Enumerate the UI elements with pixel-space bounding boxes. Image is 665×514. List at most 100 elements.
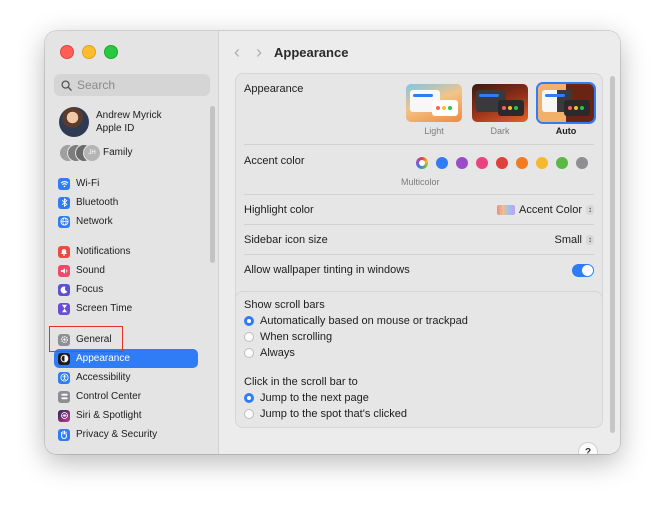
radio-unselected[interactable] [244, 332, 254, 342]
appearance-light-label: Light [424, 126, 444, 136]
accent-red-swatch[interactable] [496, 157, 508, 169]
appearance-dark-option[interactable] [472, 84, 528, 122]
annotation-highlight-box [49, 326, 123, 352]
sidebar-item-privacy-security[interactable]: Privacy & Security [54, 425, 198, 444]
hourglass-icon [58, 302, 70, 315]
appearance-settings-group: Appearance Light Dark Auto Accent color … [235, 73, 603, 318]
wallpaper-tinting-row: Allow wallpaper tinting in windows [244, 264, 594, 277]
appearance-auto-label: Auto [555, 126, 577, 136]
bell-icon [58, 245, 70, 258]
divider [244, 144, 594, 145]
forward-chevron-icon[interactable]: › [256, 42, 262, 63]
highlight-color-label: Highlight color [244, 204, 314, 216]
family-avatar-initials: JH [83, 144, 101, 162]
sidebar-item-focus[interactable]: Focus [54, 280, 198, 299]
sidebar-item-label: Bluetooth [76, 197, 119, 208]
accent-blue-swatch[interactable] [436, 157, 448, 169]
sidebar-item-label: Network [76, 216, 113, 227]
wallpaper-tinting-toggle[interactable] [572, 264, 594, 277]
sidebar-item-siri-spotlight[interactable]: Siri & Spotlight [54, 406, 198, 425]
radio-label: Automatically based on mouse or trackpad [260, 315, 468, 327]
click-scroll-next-page-option[interactable]: Jump to the next page [244, 392, 369, 404]
search-input[interactable]: Search [54, 74, 210, 96]
bluetooth-icon [58, 196, 70, 209]
siri-icon [58, 409, 70, 422]
control-center-icon [58, 390, 70, 403]
radio-unselected[interactable] [244, 409, 254, 419]
search-placeholder: Search [77, 78, 116, 92]
radio-unselected[interactable] [244, 348, 254, 358]
click-scroll-label: Click in the scroll bar to [244, 376, 358, 388]
sidebar-item-network[interactable]: Network [54, 212, 198, 231]
wifi-icon [58, 177, 70, 190]
sidebar-item-control-center[interactable]: Control Center [54, 387, 198, 406]
sidebar-item-label: Appearance [76, 353, 130, 364]
sidebar-item-screen-time[interactable]: Screen Time [54, 299, 198, 318]
appearance-auto-option[interactable] [538, 84, 594, 122]
sidebar-item-notifications[interactable]: Notifications [54, 242, 198, 261]
sidebar-item-label: Wi-Fi [76, 178, 100, 189]
help-button[interactable]: ? [578, 442, 598, 454]
sidebar-item-label: Accessibility [76, 372, 131, 383]
accent-caption: Multicolor [401, 177, 440, 187]
moon-icon [58, 283, 70, 296]
settings-window: Search Andrew Myrick Apple ID JH Family … [45, 31, 620, 454]
sidebar-item-label: Control Center [76, 391, 142, 402]
minimize-button[interactable] [82, 45, 96, 59]
family-label: Family [103, 146, 133, 158]
radio-label: When scrolling [260, 331, 333, 343]
close-button[interactable] [60, 45, 74, 59]
sidebar-icon-size-value: Small [554, 234, 582, 246]
radio-selected[interactable] [244, 393, 254, 403]
sidebar-scrollbar[interactable] [210, 106, 215, 263]
scroll-bars-when-scrolling-option[interactable]: When scrolling [244, 331, 332, 343]
accent-pink-swatch[interactable] [476, 157, 488, 169]
radio-label: Jump to the next page [260, 392, 369, 404]
sidebar-item-wifi[interactable]: Wi-Fi [54, 174, 198, 193]
sidebar-item-accessibility[interactable]: Accessibility [54, 368, 198, 387]
apple-id-profile[interactable]: Andrew Myrick Apple ID [59, 107, 162, 137]
divider [244, 254, 594, 255]
accent-graphite-swatch[interactable] [576, 157, 588, 169]
click-scroll-spot-option[interactable]: Jump to the spot that's clicked [244, 408, 407, 420]
radio-label: Always [260, 347, 295, 359]
accent-multicolor-swatch[interactable] [416, 157, 428, 169]
divider [244, 224, 594, 225]
show-scroll-bars-label: Show scroll bars [244, 299, 325, 311]
back-chevron-icon[interactable]: ‹ [234, 42, 240, 63]
family-item[interactable]: JH Family [59, 144, 133, 162]
chevron-updown-icon: ↕ [586, 205, 594, 215]
main-pane: ‹ › Appearance Appearance Light Dark Aut… [219, 31, 620, 454]
appearance-dark-label: Dark [490, 126, 510, 136]
avatar [59, 107, 89, 137]
highlight-color-value: Accent Color [519, 204, 582, 216]
speaker-icon [58, 264, 70, 277]
accent-green-swatch[interactable] [556, 157, 568, 169]
sidebar-item-sound[interactable]: Sound [54, 261, 198, 280]
chevron-updown-icon: ↕ [586, 235, 594, 245]
main-scrollbar[interactable] [610, 76, 615, 433]
page-title: Appearance [274, 44, 349, 60]
highlight-color-popup[interactable]: Accent Color ↕ [497, 204, 594, 216]
accent-yellow-swatch[interactable] [536, 157, 548, 169]
accent-purple-swatch[interactable] [456, 157, 468, 169]
accent-orange-swatch[interactable] [516, 157, 528, 169]
radio-selected[interactable] [244, 316, 254, 326]
sidebar-item-label: Siri & Spotlight [76, 410, 142, 421]
scroll-bars-auto-option[interactable]: Automatically based on mouse or trackpad [244, 315, 468, 327]
hand-icon [58, 428, 70, 441]
window-controls [60, 45, 118, 59]
appearance-icon [58, 352, 70, 365]
profile-subtitle: Apple ID [96, 123, 135, 134]
sidebar-icon-size-popup[interactable]: Small ↕ [554, 234, 594, 246]
wallpaper-tinting-label: Allow wallpaper tinting in windows [244, 264, 410, 276]
highlight-color-row: Highlight color Accent Color ↕ [244, 204, 594, 216]
sidebar-item-bluetooth[interactable]: Bluetooth [54, 193, 198, 212]
appearance-light-option[interactable] [406, 84, 462, 122]
zoom-button[interactable] [104, 45, 118, 59]
sidebar-item-label: Focus [76, 284, 104, 295]
family-avatars: JH [59, 144, 101, 162]
sidebar: Search Andrew Myrick Apple ID JH Family … [45, 31, 219, 454]
profile-name: Andrew Myrick [96, 110, 162, 121]
scroll-bars-always-option[interactable]: Always [244, 347, 295, 359]
